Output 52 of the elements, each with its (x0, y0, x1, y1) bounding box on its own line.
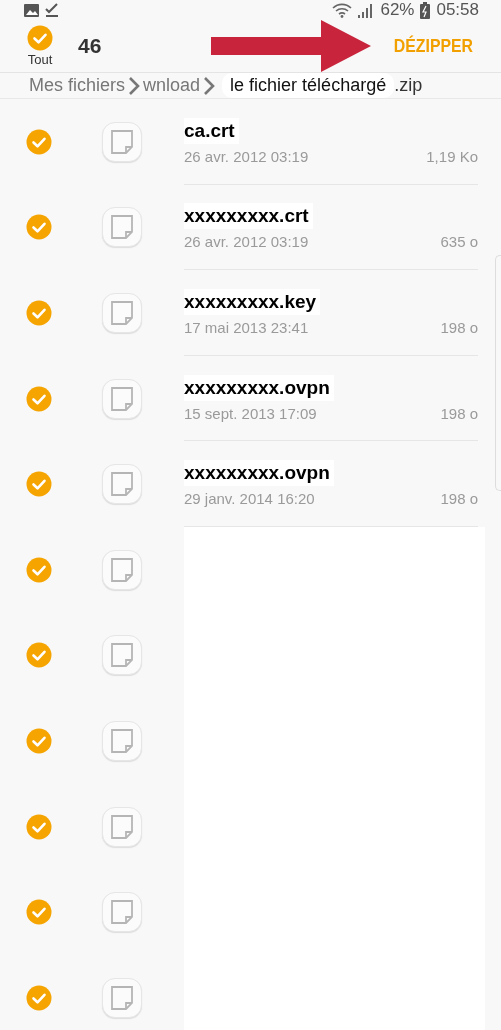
image-icon (24, 3, 39, 17)
select-all-label: Tout (27, 52, 53, 67)
checkbox[interactable] (26, 214, 52, 241)
checkbox[interactable] (26, 128, 52, 155)
file-date: 17 mai 2013 23:41 (184, 319, 309, 336)
file-icon (102, 378, 142, 419)
chevron-icon (128, 75, 141, 96)
checkbox[interactable] (26, 727, 52, 754)
file-icon (102, 121, 142, 162)
file-icon (102, 464, 142, 505)
file-size: 198 o (440, 319, 478, 336)
file-icon (102, 549, 142, 590)
file-icon (102, 720, 142, 761)
checkbox[interactable] (26, 300, 52, 326)
file-icon (102, 977, 142, 1018)
selected-count: 46 (78, 34, 102, 58)
breadcrumb-item[interactable]: wnload (143, 75, 201, 96)
checkbox[interactable] (26, 385, 52, 412)
file-icon (102, 207, 142, 248)
file-name: xxxxxxxxx.ovpn (184, 460, 334, 487)
file-icon (102, 635, 142, 676)
checkbox[interactable] (26, 556, 52, 583)
file-date: 26 avr. 2012 03:19 (184, 233, 309, 251)
file-date: 29 janv. 2014 16:20 (184, 490, 315, 508)
file-name: xxxxxxxxx.key (184, 289, 321, 315)
wifi-icon (332, 2, 353, 18)
checkbox[interactable] (26, 642, 52, 669)
chevron-icon (203, 75, 216, 96)
file-size: 198 o (440, 490, 478, 508)
checkbox[interactable] (26, 471, 52, 498)
file-name: ca.crt (184, 117, 239, 144)
file-name: xxxxxxxxx.crt (184, 203, 313, 230)
checkbox[interactable] (26, 984, 52, 1011)
checkmark-icon (45, 3, 59, 17)
file-date: 26 avr. 2012 03:19 (184, 147, 309, 165)
checkbox[interactable] (27, 25, 53, 51)
file-size: 1,19 Ko (426, 147, 478, 165)
file-icon (102, 293, 142, 333)
checkbox[interactable] (26, 813, 52, 840)
battery-percent: 62% (380, 0, 415, 20)
file-icon (102, 806, 142, 847)
file-size: 198 o (440, 404, 478, 422)
breadcrumb-item[interactable]: Mes fichiers (29, 75, 126, 96)
file-extension: .zip (394, 75, 423, 96)
breadcrumb-current: le fichier téléchargé (222, 73, 395, 98)
signal-icon (358, 2, 375, 18)
file-icon (102, 892, 142, 933)
clock: 05:58 (436, 0, 479, 20)
file-size: 635 o (440, 233, 478, 251)
file-date: 15 sept. 2013 17:09 (184, 404, 317, 422)
file-name: xxxxxxxxx.ovpn (184, 374, 334, 401)
checkbox[interactable] (26, 899, 52, 926)
